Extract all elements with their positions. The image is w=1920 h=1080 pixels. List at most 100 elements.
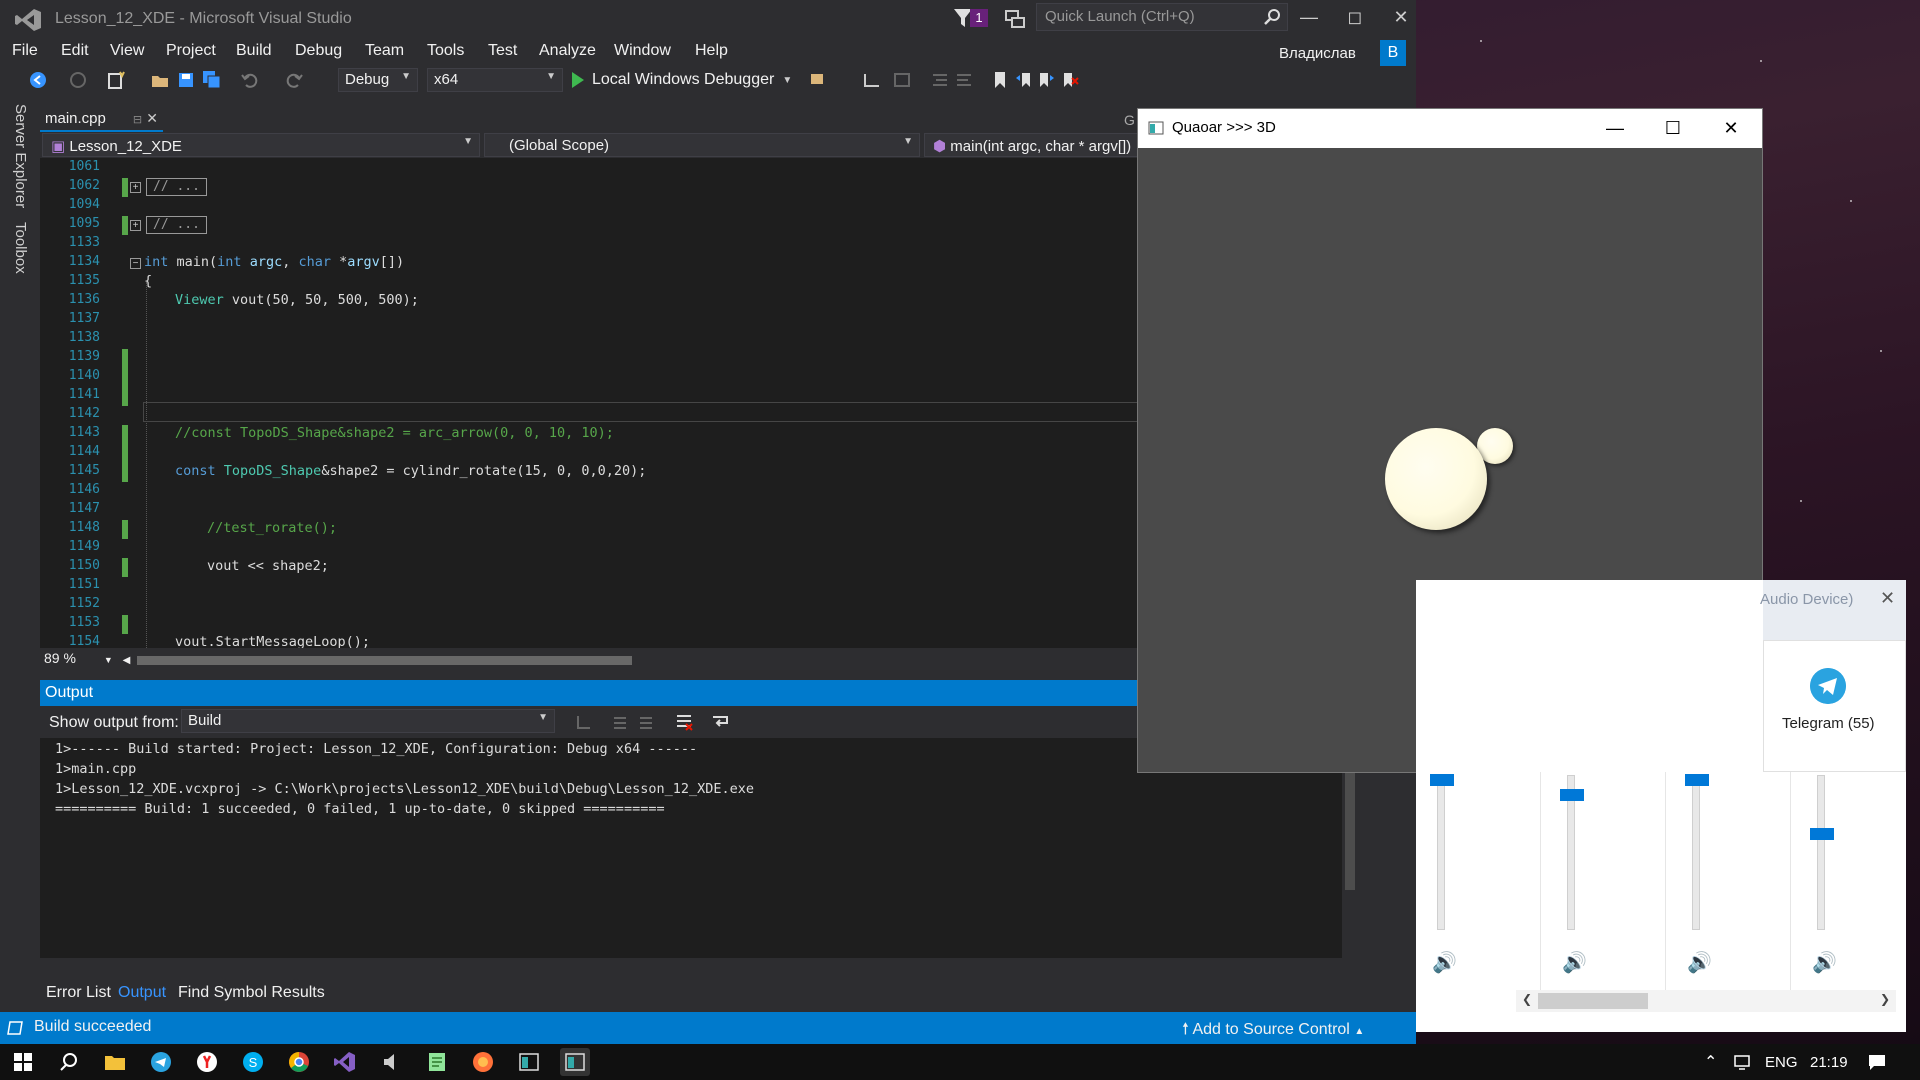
speaker-icon[interactable]: 🔊	[1432, 950, 1457, 975]
back-arrow-icon[interactable]	[28, 70, 48, 90]
search-icon[interactable]	[1262, 7, 1282, 27]
firefox-icon[interactable]	[468, 1048, 498, 1076]
user-avatar[interactable]: В	[1380, 40, 1406, 66]
word-wrap-icon[interactable]	[710, 712, 730, 732]
scope-dropdown[interactable]: (Global Scope) ▼	[484, 133, 920, 157]
browse-icon[interactable]	[808, 70, 828, 90]
volume-slider-thumb[interactable]	[1560, 789, 1584, 802]
user-name[interactable]: Владислав	[1279, 45, 1356, 62]
visual-studio-icon[interactable]	[330, 1048, 360, 1076]
close-button[interactable]: ✕	[1378, 0, 1424, 34]
project-dropdown[interactable]: ▣ Lesson_12_XDE ▼	[42, 133, 480, 157]
menu-help[interactable]: Help	[695, 42, 728, 60]
forward-arrow-icon[interactable]	[68, 70, 88, 90]
save-all-icon[interactable]	[202, 70, 222, 90]
clear-all-icon[interactable]	[674, 712, 694, 732]
close-icon[interactable]: ✕	[146, 110, 158, 126]
tab-output[interactable]: Output	[118, 984, 166, 1002]
next-message-icon[interactable]	[636, 712, 656, 732]
volume-slider-thumb[interactable]	[1430, 773, 1454, 786]
menu-test[interactable]: Test	[488, 42, 517, 60]
redo-icon[interactable]	[284, 70, 304, 90]
volume-slider-track[interactable]	[1817, 775, 1825, 930]
menu-window[interactable]: Window	[614, 42, 671, 60]
language-indicator[interactable]: ENG	[1765, 1054, 1798, 1071]
minimize-button[interactable]: —	[1286, 0, 1332, 34]
telegram-icon[interactable]	[146, 1048, 176, 1076]
save-icon[interactable]	[176, 70, 196, 90]
menu-debug[interactable]: Debug	[295, 42, 342, 60]
volume-slider-track[interactable]	[1692, 775, 1700, 930]
quaoar-icon[interactable]	[560, 1048, 590, 1076]
scroll-right-icon[interactable]: ❯	[1880, 992, 1890, 1006]
menu-build[interactable]: Build	[236, 42, 272, 60]
prev-bookmark-icon[interactable]	[1014, 70, 1034, 90]
scrollbar-thumb[interactable]	[1538, 993, 1648, 1009]
volume-slider-thumb[interactable]	[1810, 827, 1834, 840]
platform-dropdown[interactable]: x64 ▼	[427, 68, 563, 92]
open-folder-icon[interactable]	[150, 70, 170, 90]
notification-badge[interactable]: 1	[970, 9, 988, 27]
output-horizontal-scrollbar[interactable]	[40, 958, 1360, 978]
new-project-icon[interactable]	[106, 70, 126, 90]
start-icon[interactable]	[8, 1048, 38, 1076]
collapse-icon[interactable]: −	[130, 258, 141, 269]
collapsed-region[interactable]: // ...	[146, 216, 207, 234]
output-source-dropdown[interactable]: Build ▼	[181, 709, 555, 733]
viewer-minimize-button[interactable]: —	[1586, 109, 1644, 147]
toolbox-tab[interactable]: Toolbox	[12, 222, 29, 274]
action-center-icon[interactable]	[1866, 1052, 1888, 1072]
speaker-icon[interactable]: 🔊	[1562, 950, 1587, 975]
scroll-left-icon[interactable]: ❮	[1522, 992, 1532, 1006]
tab-error-list[interactable]: Error List	[46, 984, 111, 1002]
collapsed-region[interactable]: // ...	[146, 178, 207, 196]
menu-file[interactable]: File	[12, 42, 38, 60]
scroll-left-icon[interactable]: ◀	[123, 655, 131, 666]
outdent-icon[interactable]	[954, 70, 974, 90]
notepad-plus-plus-icon[interactable]	[422, 1048, 452, 1076]
menu-view[interactable]: View	[110, 42, 144, 60]
bookmark-icon[interactable]	[990, 70, 1010, 90]
telegram-icon[interactable]	[1810, 668, 1846, 704]
skype-icon[interactable]: S	[238, 1048, 268, 1076]
clock[interactable]: 21:19	[1810, 1054, 1848, 1071]
speaker-icon[interactable]: 🔊	[1812, 950, 1837, 975]
volume-slider-track[interactable]	[1437, 775, 1445, 930]
undo-icon[interactable]	[240, 70, 260, 90]
speaker-icon[interactable]: 🔊	[1687, 950, 1712, 975]
app-window-icon[interactable]	[514, 1048, 544, 1076]
server-explorer-tab[interactable]: Server Explorer	[12, 104, 29, 208]
search-icon[interactable]	[54, 1048, 84, 1076]
volume-slider-thumb[interactable]	[1685, 773, 1709, 786]
zoom-dropdown[interactable]: 89 % ▼ ◀	[44, 650, 130, 666]
feedback-icon[interactable]	[1004, 8, 1026, 30]
start-debugging-button[interactable]: Local Windows Debugger ▼	[572, 68, 792, 92]
step-icon[interactable]	[862, 70, 882, 90]
add-to-source-control-button[interactable]: 🠕 Add to Source Control ▲	[1182, 1018, 1364, 1045]
member-dropdown[interactable]: ⬢ main(int argc, char * argv[])	[924, 133, 1140, 157]
menu-analyze[interactable]: Analyze	[539, 42, 596, 60]
editor-horizontal-scrollbar[interactable]	[137, 656, 632, 665]
comment-icon[interactable]	[892, 70, 912, 90]
tab-overflow[interactable]: G	[1124, 112, 1135, 128]
file-explorer-icon[interactable]	[100, 1048, 130, 1076]
yandex-browser-icon[interactable]	[192, 1048, 222, 1076]
menu-project[interactable]: Project	[166, 42, 216, 60]
indent-icon[interactable]	[930, 70, 950, 90]
menu-team[interactable]: Team	[365, 42, 404, 60]
tab-main-cpp[interactable]: main.cpp ⊟ ✕	[40, 107, 163, 132]
clear-bookmarks-icon[interactable]	[1060, 70, 1080, 90]
viewer-close-button[interactable]: ✕	[1702, 109, 1760, 147]
next-bookmark-icon[interactable]	[1036, 70, 1056, 90]
chevron-up-icon[interactable]: ⌃	[1704, 1052, 1717, 1072]
tab-find-symbol-results[interactable]: Find Symbol Results	[178, 984, 325, 1002]
expand-icon[interactable]: +	[130, 220, 141, 231]
network-icon[interactable]	[1732, 1052, 1752, 1072]
expand-icon[interactable]: +	[130, 182, 141, 193]
chrome-icon[interactable]	[284, 1048, 314, 1076]
mixer-close-button[interactable]: ✕	[1880, 588, 1895, 609]
pin-icon[interactable]: ⊟	[133, 114, 142, 126]
menu-edit[interactable]: Edit	[61, 42, 89, 60]
maximize-button[interactable]: ◻	[1332, 0, 1378, 34]
goto-output-icon[interactable]	[574, 712, 594, 732]
